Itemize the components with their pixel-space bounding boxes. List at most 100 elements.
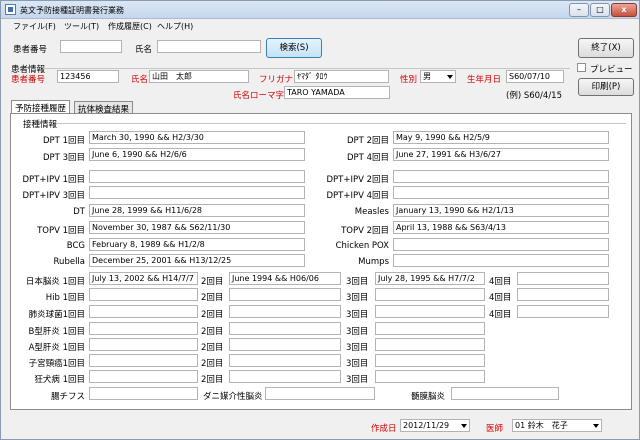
search-patient-no-label: 患者番号 (13, 45, 48, 55)
roman-field[interactable]: TARO YAMADA (284, 86, 390, 99)
dt-field[interactable]: June 28, 1999 && H11/6/28 (89, 204, 305, 217)
app-icon (5, 4, 16, 15)
search-name-input[interactable] (157, 40, 261, 53)
dptipv1-field[interactable] (89, 170, 305, 183)
preview-checkbox[interactable] (577, 63, 586, 72)
birth-field[interactable]: S60/07/10 (506, 70, 564, 83)
multi-dose-1-field[interactable] (89, 322, 198, 335)
multi-row-label: 狂犬病 1回目 (34, 375, 85, 385)
chickenpox-label: Chicken POX (335, 241, 389, 251)
topv2-field[interactable]: April 13, 1988 && S63/4/13 (393, 221, 609, 234)
chickenpox-field[interactable] (393, 238, 609, 251)
dpt4-label: DPT 4回目 (347, 153, 389, 163)
typhoid-field[interactable] (89, 387, 198, 400)
search-button[interactable]: 検索(S) (266, 38, 322, 58)
dose-3-label: 3回目 (346, 327, 369, 337)
menu-tools[interactable]: ツール(T) (64, 21, 99, 32)
rubella-label: Rubella (53, 257, 85, 267)
multi-dose-4-field[interactable] (517, 288, 609, 301)
multi-dose-1-field[interactable] (89, 288, 198, 301)
multi-dose-3-field[interactable] (375, 354, 485, 367)
multi-dose-4-field[interactable] (517, 305, 609, 318)
bcg-field[interactable]: February 8, 1989 && H1/2/8 (89, 238, 305, 251)
window-title: 英文予防接種証明書発行業務 (20, 6, 124, 15)
dptipv4-field[interactable] (393, 186, 609, 199)
dpt2-field[interactable]: May 9, 1990 && H2/5/9 (393, 131, 609, 144)
multi-dose-1-field[interactable] (89, 354, 198, 367)
patient-name-field[interactable]: 山田 太郎 (149, 70, 249, 83)
dpt1-field[interactable]: March 30, 1990 && H2/3/30 (89, 131, 305, 144)
chevron-down-icon (447, 75, 453, 79)
tab-vaccination-history[interactable]: 予防接種履歴 (11, 100, 71, 114)
mumps-field[interactable] (393, 254, 609, 267)
multi-dose-2-field[interactable] (229, 370, 341, 383)
multi-row-label: A型肝炎 1回目 (28, 343, 85, 353)
multi-dose-2-field[interactable] (229, 338, 341, 351)
preview-label: プレビュー (590, 65, 633, 75)
rubella-field[interactable]: December 25, 2001 && H13/12/25 (89, 254, 305, 267)
multi-row-label: 日本脳炎 1回目 (25, 277, 85, 287)
measles-field[interactable]: January 13, 1990 && H2/1/13 (393, 204, 609, 217)
tick-encephalitis-label: ダニ媒介性脳炎 (203, 392, 263, 402)
patient-no-label: 患者番号 (11, 75, 46, 85)
minimize-button[interactable]: – (569, 3, 589, 17)
multi-dose-3-field[interactable] (375, 322, 485, 335)
tick-encephalitis-field[interactable] (265, 387, 375, 400)
meningitis-field[interactable] (451, 387, 559, 400)
multi-dose-3-field[interactable] (375, 338, 485, 351)
maximize-button[interactable]: □ (590, 3, 610, 17)
multi-dose-3-field[interactable] (375, 288, 485, 301)
multi-dose-2-field[interactable] (229, 305, 341, 318)
multi-row-label: 子宮頸癌1回目 (28, 359, 85, 369)
bcg-label: BCG (66, 241, 85, 251)
vacc-section-label: 接種情報 (23, 120, 58, 130)
created-date-select[interactable]: 2012/11/29 (400, 419, 470, 432)
patient-no-field[interactable]: 123456 (57, 70, 119, 83)
dptipv4-label: DPT+IPV 4回目 (326, 191, 389, 201)
typhoid-label: 腸チフス (50, 392, 85, 402)
created-date-label: 作成日 (371, 424, 397, 434)
multi-dose-3-field[interactable]: July 28, 1995 && H7/7/2 (375, 272, 485, 285)
print-button[interactable]: 印刷(P) (578, 78, 634, 96)
multi-dose-1-field[interactable] (89, 305, 198, 318)
dpt4-field[interactable]: June 27, 1991 && H3/6/27 (393, 148, 609, 161)
dptipv1-label: DPT+IPV 1回目 (22, 175, 85, 185)
birth-label: 生年月日 (467, 75, 502, 85)
chevron-down-icon (461, 424, 467, 428)
dose-4-label: 4回目 (489, 310, 512, 320)
dptipv3-field[interactable] (89, 186, 305, 199)
patient-name-label: 氏名 (131, 75, 149, 85)
dose-3-label: 3回目 (346, 293, 369, 303)
menu-file[interactable]: ファイル(F) (13, 21, 56, 32)
multi-dose-1-field[interactable] (89, 370, 198, 383)
doctor-value: 01 鈴木 花子 (515, 421, 568, 430)
dose-4-label: 4回目 (489, 277, 512, 287)
multi-dose-4-field[interactable] (517, 272, 609, 285)
topv1-label: TOPV 1回目 (37, 226, 85, 236)
multi-dose-2-field[interactable]: June 1994 && H06/06 (229, 272, 341, 285)
multi-dose-3-field[interactable] (375, 305, 485, 318)
topv1-field[interactable]: November 30, 1987 && S62/11/30 (89, 221, 305, 234)
multi-dose-1-field[interactable] (89, 338, 198, 351)
multi-dose-3-field[interactable] (375, 370, 485, 383)
search-patient-no-input[interactable] (60, 40, 122, 53)
dptipv2-field[interactable] (393, 170, 609, 183)
furigana-field[interactable]: ﾔﾏﾀﾞ ﾀﾛｳ (294, 70, 389, 83)
dose-4-label: 4回目 (489, 293, 512, 303)
multi-dose-2-field[interactable] (229, 288, 341, 301)
exit-button[interactable]: 終了(X) (578, 38, 634, 58)
dose-2-label: 2回目 (201, 375, 224, 385)
menu-help[interactable]: ヘルプ(H) (157, 21, 193, 32)
multi-dose-2-field[interactable] (229, 354, 341, 367)
sex-select[interactable]: 男 (420, 70, 456, 83)
doctor-select[interactable]: 01 鈴木 花子 (512, 419, 602, 432)
dptipv3-label: DPT+IPV 3回目 (22, 191, 85, 201)
menu-history[interactable]: 作成履歴(C) (108, 21, 152, 32)
dpt3-field[interactable]: June 6, 1990 && H2/6/6 (89, 148, 305, 161)
vacc-section-divider (57, 123, 626, 124)
close-button[interactable]: x (611, 3, 637, 17)
multi-dose-1-field[interactable]: July 13, 2002 && H14/7/7 (89, 272, 198, 285)
dose-3-label: 3回目 (346, 359, 369, 369)
dpt1-label: DPT 1回目 (43, 136, 85, 146)
multi-dose-2-field[interactable] (229, 322, 341, 335)
